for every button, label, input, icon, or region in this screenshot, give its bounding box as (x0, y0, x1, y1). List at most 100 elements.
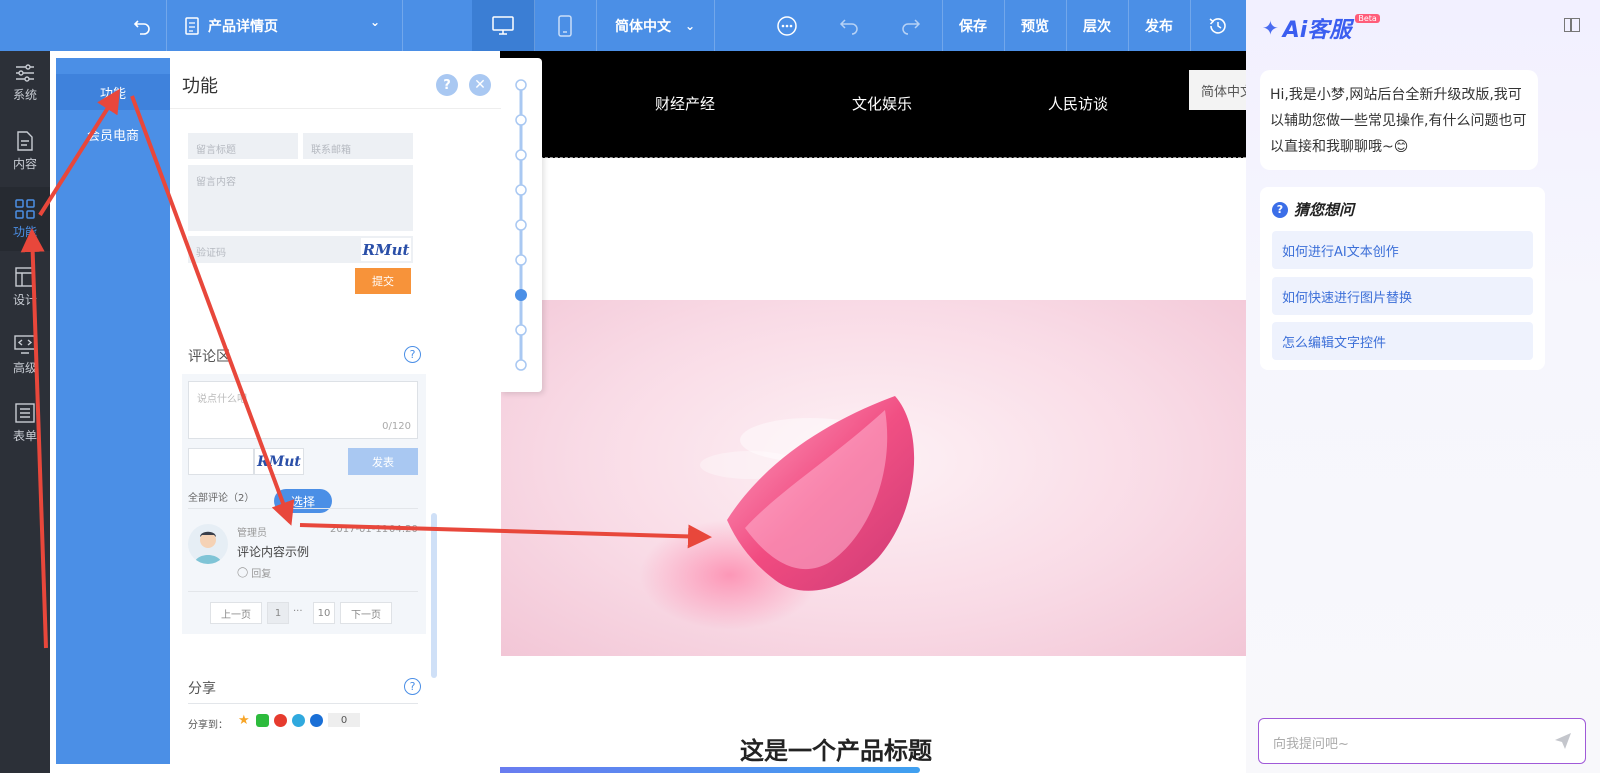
renren-icon[interactable] (310, 714, 323, 727)
vertical-slider-panel (500, 58, 542, 392)
reply-link[interactable]: ◯ 回复 (237, 565, 271, 580)
post-comment-button[interactable]: 发表 (348, 448, 418, 475)
more-button[interactable] (756, 0, 818, 51)
redo-button[interactable] (880, 0, 943, 51)
rail-item-design[interactable]: 设计 (0, 255, 50, 319)
site-language-label: 简体中文 (1201, 84, 1246, 100)
history-button[interactable] (1190, 0, 1246, 51)
message-title-input[interactable]: 留言标题 (188, 133, 298, 159)
product-title: 这是一个产品标题 (740, 737, 932, 765)
layout-icon (15, 266, 35, 287)
nav-link-culture[interactable]: 文化娱乐 (852, 93, 912, 114)
comments-help-icon[interactable]: ? (404, 346, 421, 363)
rail-item-form[interactable]: 表单 (0, 391, 50, 455)
form-list-icon (15, 402, 35, 423)
comment-textarea[interactable]: 说点什么吧 0/120 (188, 381, 418, 439)
document-icon (17, 130, 33, 151)
language-selector[interactable]: 简体中文 ⌄ (596, 0, 715, 51)
share-section-title: 分享 (188, 681, 216, 697)
rail-label: 设计 (12, 292, 37, 307)
gift-icon[interactable] (1564, 18, 1580, 32)
desktop-view-button[interactable] (472, 0, 535, 51)
sliders-icon (16, 63, 34, 82)
toolbar-spacer-2 (714, 0, 756, 51)
publish-button[interactable]: 发布 (1128, 0, 1191, 51)
rail-item-content[interactable]: 内容 (0, 119, 50, 183)
category-member-ecommerce[interactable]: 会员电商 (56, 116, 170, 152)
ai-assistant-panel: ✦ Ai客服 Beta Hi,我是小梦,网站后台全新升级改版,我可以辅助您做一些… (1246, 0, 1600, 773)
left-rail: 系统 内容 功能 设计 高级 表单 (0, 51, 50, 773)
ai-chat-input[interactable]: 向我提问吧~ (1258, 718, 1586, 764)
question-icon: ? (443, 77, 451, 93)
undo-button[interactable] (818, 0, 880, 51)
panel-help-button[interactable]: ? (436, 74, 458, 96)
tencent-weibo-icon[interactable] (292, 714, 305, 727)
reply-label: 回复 (251, 569, 272, 580)
layers-button[interactable]: 层次 (1066, 0, 1129, 51)
rail-label: 功能 (12, 224, 37, 239)
panel-close-button[interactable]: ✕ (469, 74, 491, 96)
rail-label: 高级 (12, 360, 37, 375)
category-function[interactable]: 功能 (56, 74, 170, 110)
share-help-icon[interactable]: ? (404, 678, 421, 695)
nav-dashed-border (500, 157, 1246, 158)
page-selector[interactable]: 产品详情页 ⌄ (166, 0, 403, 51)
rail-label: 系统 (12, 87, 37, 102)
chevron-down-icon: ⌄ (369, 15, 380, 29)
share-icons: ★ (238, 714, 323, 727)
question-image-replace[interactable]: 如何快速进行图片替换 (1272, 277, 1533, 315)
qzone-icon[interactable]: ★ (238, 714, 251, 727)
send-icon[interactable] (1553, 731, 1573, 751)
beta-badge: Beta (1355, 13, 1380, 23)
nav-link-finance[interactable]: 财经产经 (655, 93, 715, 114)
comment-text: 评论内容示例 (237, 545, 310, 559)
mobile-view-button[interactable] (534, 0, 597, 51)
preview-button[interactable]: 预览 (1004, 0, 1067, 51)
ai-logo: ✦ Ai客服 Beta (1262, 12, 1380, 44)
page-10-button[interactable]: 10 (313, 602, 335, 624)
rail-item-advanced[interactable]: 高级 (0, 323, 50, 387)
comment-captcha-input[interactable] (188, 448, 254, 475)
all-comments-label: 全部评论（2） (188, 493, 255, 504)
submit-button[interactable]: 提交 (355, 268, 411, 294)
back-button[interactable] (118, 0, 167, 51)
message-content-input[interactable]: 留言内容 (188, 165, 413, 231)
back-arrow-icon (133, 19, 150, 35)
rail-item-system[interactable]: 系统 (0, 51, 50, 115)
suggest-card: ? 猜您想问 如何进行AI文本创作 如何快速进行图片替换 怎么编辑文字控件 (1260, 187, 1545, 370)
share-to-label: 分享到： (188, 720, 228, 731)
question-edit-text[interactable]: 怎么编辑文字控件 (1272, 322, 1533, 360)
divider (188, 703, 418, 704)
magic-wand-icon: ✦ (1262, 16, 1279, 40)
greeting-bubble: Hi,我是小梦,网站后台全新升级改版,我可以辅助您做一些常见操作,有什么问题也可… (1260, 70, 1538, 170)
question-ai-text[interactable]: 如何进行AI文本创作 (1272, 231, 1533, 269)
site-nav-bar: 财经产经 文化娱乐 人民访谈 简体中文 (500, 51, 1246, 158)
weibo-icon[interactable] (274, 714, 287, 727)
hero-banner (500, 300, 1246, 656)
close-icon: ✕ (474, 77, 486, 93)
page-icon (185, 16, 199, 35)
next-page-button[interactable]: 下一页 (340, 602, 392, 624)
wechat-icon[interactable] (256, 714, 269, 727)
pagination-ellipsis: ··· (293, 606, 303, 617)
select-badge[interactable]: 选择 (274, 489, 332, 513)
rail-item-function[interactable]: 功能 (0, 187, 50, 251)
panel-scrollbar[interactable] (431, 513, 437, 678)
comment-date: 2017-01-11 (330, 524, 389, 535)
prev-page-button[interactable]: 上一页 (210, 602, 262, 624)
save-button[interactable]: 保存 (942, 0, 1005, 51)
divider (188, 591, 418, 592)
grid-icon (15, 198, 35, 219)
top-toolbar: 产品详情页 ⌄ 简体中文 ⌄ 保存 预览 层次 发布 (0, 0, 1246, 51)
nav-link-interview[interactable]: 人民访谈 (1048, 93, 1108, 114)
slider-track[interactable] (500, 58, 542, 392)
site-language-select[interactable]: 简体中文 (1189, 70, 1246, 110)
code-monitor-icon (14, 334, 36, 354)
page-name: 产品详情页 (208, 18, 278, 35)
rail-label: 表单 (12, 428, 37, 443)
comment-author: 管理员 (237, 528, 267, 539)
page-1-button[interactable]: 1 (267, 602, 289, 624)
comment-captcha-image[interactable]: RMut (254, 448, 304, 475)
captcha-image[interactable]: RMut (361, 238, 411, 261)
contact-email-input[interactable]: 联系邮箱 (303, 133, 413, 159)
